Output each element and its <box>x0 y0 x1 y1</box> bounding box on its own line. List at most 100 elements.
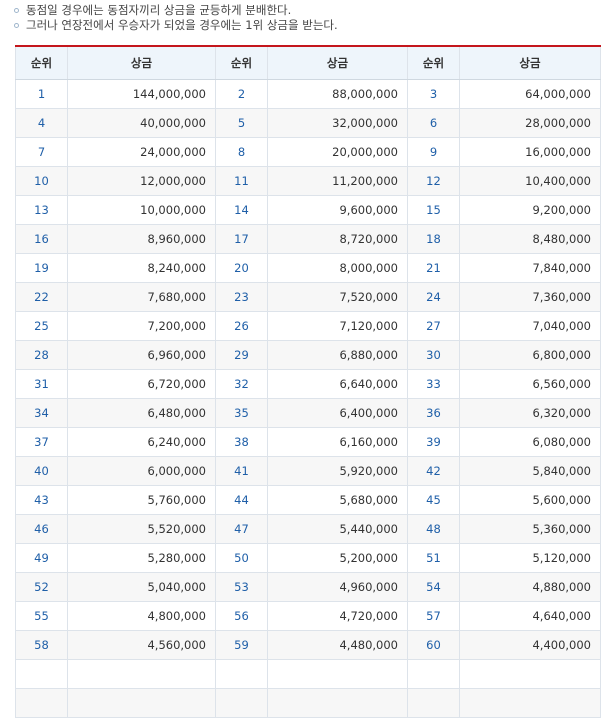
rank-cell: 30 <box>407 340 460 370</box>
prize-cell: 4,880,000 <box>459 572 601 602</box>
prize-cell: 6,080,000 <box>459 427 601 457</box>
header-rank: 순위 <box>407 45 460 80</box>
prize-cell: 7,200,000 <box>67 311 216 341</box>
rank-cell: 18 <box>407 224 460 254</box>
prize-cell: 20,000,000 <box>267 137 408 167</box>
table-row: 58 4,560,000 59 4,480,000 60 4,400,000 <box>15 630 601 660</box>
rank-cell: 29 <box>215 340 268 370</box>
rank-cell: 36 <box>407 398 460 428</box>
rank-cell: 43 <box>15 485 68 515</box>
prize-cell: 144,000,000 <box>67 79 216 109</box>
table-row: 25 7,200,000 26 7,120,000 27 7,040,000 <box>15 311 601 341</box>
rank-cell: 5 <box>215 108 268 138</box>
notes: 동점일 경우에는 동점자끼리 상금을 균등하게 분배한다. 그러나 연장전에서 … <box>14 3 604 33</box>
rank-cell: 19 <box>15 253 68 283</box>
rank-cell <box>407 688 460 718</box>
rank-cell: 7 <box>15 137 68 167</box>
prize-cell: 5,280,000 <box>67 543 216 573</box>
rank-cell: 56 <box>215 601 268 631</box>
table-row: 13 10,000,000 14 9,600,000 15 9,200,000 <box>15 195 601 225</box>
prize-cell: 7,520,000 <box>267 282 408 312</box>
rank-cell: 28 <box>15 340 68 370</box>
prize-cell: 5,600,000 <box>459 485 601 515</box>
rank-cell: 33 <box>407 369 460 399</box>
table-row: 10 12,000,000 11 11,200,000 12 10,400,000 <box>15 166 601 196</box>
prize-cell: 28,000,000 <box>459 108 601 138</box>
table-header-row: 순위 상금 순위 상금 순위 상금 <box>15 45 601 80</box>
prize-cell: 6,640,000 <box>267 369 408 399</box>
rank-cell: 10 <box>15 166 68 196</box>
rank-cell: 16 <box>15 224 68 254</box>
rank-cell: 25 <box>15 311 68 341</box>
prize-cell: 6,320,000 <box>459 398 601 428</box>
rank-cell: 49 <box>15 543 68 573</box>
bullet-icon <box>14 8 19 13</box>
table-row: 1 144,000,000 2 88,000,000 3 64,000,000 <box>15 79 601 109</box>
rank-cell: 52 <box>15 572 68 602</box>
prize-cell: 6,480,000 <box>67 398 216 428</box>
table-row: 37 6,240,000 38 6,160,000 39 6,080,000 <box>15 427 601 457</box>
table-row: 43 5,760,000 44 5,680,000 45 5,600,000 <box>15 485 601 515</box>
prize-cell: 5,680,000 <box>267 485 408 515</box>
note-playoff-rule: 그러나 연장전에서 우승자가 되었을 경우에는 1위 상금을 받는다. <box>14 18 604 33</box>
rank-cell: 15 <box>407 195 460 225</box>
rank-cell: 31 <box>15 369 68 399</box>
rank-cell: 39 <box>407 427 460 457</box>
prize-cell: 8,000,000 <box>267 253 408 283</box>
prize-cell: 6,160,000 <box>267 427 408 457</box>
rank-cell: 27 <box>407 311 460 341</box>
rank-cell: 1 <box>15 79 68 109</box>
prize-cell: 4,400,000 <box>459 630 601 660</box>
rank-cell: 48 <box>407 514 460 544</box>
table-row: 16 8,960,000 17 8,720,000 18 8,480,000 <box>15 224 601 254</box>
rank-cell: 13 <box>15 195 68 225</box>
rank-cell: 14 <box>215 195 268 225</box>
prize-cell: 8,960,000 <box>67 224 216 254</box>
rank-cell: 41 <box>215 456 268 486</box>
table-row: 55 4,800,000 56 4,720,000 57 4,640,000 <box>15 601 601 631</box>
prize-cell: 4,800,000 <box>67 601 216 631</box>
prize-cell <box>67 688 216 718</box>
prize-cell: 5,360,000 <box>459 514 601 544</box>
header-prize: 상금 <box>67 45 216 80</box>
table-row <box>15 659 601 689</box>
bullet-icon <box>14 23 19 28</box>
rank-cell <box>15 688 68 718</box>
rank-cell: 12 <box>407 166 460 196</box>
table-row: 40 6,000,000 41 5,920,000 42 5,840,000 <box>15 456 601 486</box>
prize-cell: 7,360,000 <box>459 282 601 312</box>
prize-cell: 6,800,000 <box>459 340 601 370</box>
prize-cell: 4,560,000 <box>67 630 216 660</box>
rank-cell <box>407 659 460 689</box>
prize-cell: 7,120,000 <box>267 311 408 341</box>
prize-cell: 10,400,000 <box>459 166 601 196</box>
header-rank: 순위 <box>15 45 68 80</box>
prize-cell: 5,200,000 <box>267 543 408 573</box>
table-row: 49 5,280,000 50 5,200,000 51 5,120,000 <box>15 543 601 573</box>
rank-cell <box>15 659 68 689</box>
rank-cell <box>215 659 268 689</box>
prize-cell: 6,560,000 <box>459 369 601 399</box>
table-body: 1 144,000,000 2 88,000,000 3 64,000,000 4 40,00… <box>15 79 601 718</box>
rank-cell: 24 <box>407 282 460 312</box>
rank-cell: 47 <box>215 514 268 544</box>
prize-cell: 6,400,000 <box>267 398 408 428</box>
rank-cell: 59 <box>215 630 268 660</box>
rank-cell: 57 <box>407 601 460 631</box>
prize-cell: 6,720,000 <box>67 369 216 399</box>
rank-cell: 23 <box>215 282 268 312</box>
rank-cell: 21 <box>407 253 460 283</box>
rank-cell: 22 <box>15 282 68 312</box>
prize-cell <box>459 688 601 718</box>
note-tie-rule: 동점일 경우에는 동점자끼리 상금을 균등하게 분배한다. <box>14 3 604 18</box>
prize-cell: 6,000,000 <box>67 456 216 486</box>
rank-cell: 9 <box>407 137 460 167</box>
rank-cell: 45 <box>407 485 460 515</box>
rank-cell: 8 <box>215 137 268 167</box>
prize-cell: 5,120,000 <box>459 543 601 573</box>
rank-cell: 26 <box>215 311 268 341</box>
table-row: 22 7,680,000 23 7,520,000 24 7,360,000 <box>15 282 601 312</box>
rank-cell <box>215 688 268 718</box>
prize-cell: 9,600,000 <box>267 195 408 225</box>
table-row: 52 5,040,000 53 4,960,000 54 4,880,000 <box>15 572 601 602</box>
